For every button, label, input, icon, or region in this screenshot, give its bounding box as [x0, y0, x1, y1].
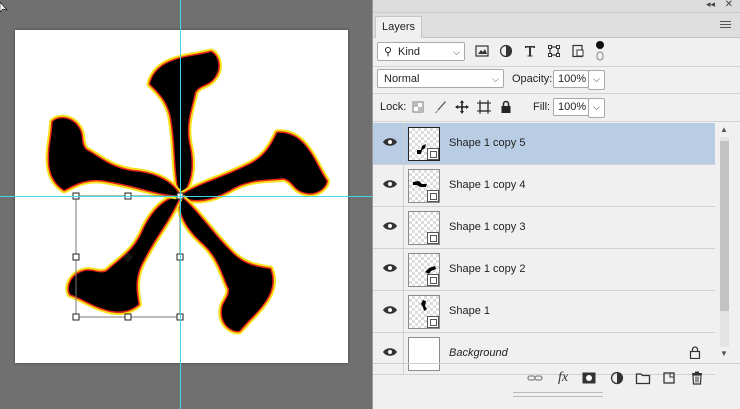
panel-menu-icon[interactable] — [720, 19, 731, 30]
eye-icon[interactable] — [383, 179, 397, 189]
filter-toggle-icon[interactable] — [595, 40, 605, 62]
lock-icon — [689, 346, 701, 359]
tab-layers[interactable]: Layers — [375, 16, 423, 38]
smart-object-badge-icon — [427, 232, 439, 244]
layer-row-shape-1-copy-2[interactable]: Shape 1 copy 2 — [373, 249, 715, 291]
layer-thumbnail — [408, 169, 440, 203]
lock-position-icon[interactable] — [455, 100, 469, 114]
panel-header-bar: ◂◂ ✕ — [373, 0, 740, 13]
delete-layer-trash-icon[interactable] — [689, 371, 705, 385]
opacity-field[interactable]: 100% ⌵ — [553, 70, 605, 90]
chevron-down-icon: ⌵ — [453, 47, 460, 57]
layer-thumbnail — [408, 211, 440, 245]
layer-row-shape-1-copy-4[interactable]: Shape 1 copy 4 — [373, 165, 715, 207]
lock-label: Lock: — [380, 101, 407, 113]
layer-thumbnail — [408, 253, 440, 287]
eye-icon[interactable] — [383, 137, 397, 147]
canvas-area[interactable] — [0, 0, 372, 409]
layer-thumbnail — [408, 127, 440, 161]
blend-mode-select[interactable]: Normal ⌵ — [377, 69, 504, 88]
layer-thumbnail — [408, 295, 440, 329]
scrollbar-thumb[interactable] — [720, 141, 729, 311]
layers-scrollbar[interactable]: ▲ ▼ — [715, 123, 740, 363]
lock-transparent-pixels-icon[interactable] — [411, 100, 425, 114]
filter-kind-select[interactable]: ⚲ Kind ⌵ — [377, 42, 465, 61]
layer-row-shape-1[interactable]: Shape 1 — [373, 291, 715, 333]
panel-tab-bar: Layers — [373, 13, 740, 38]
smart-object-badge-icon — [427, 190, 439, 202]
opacity-dropdown-icon[interactable]: ⌵ — [588, 70, 605, 90]
smart-object-badge-icon — [427, 316, 439, 328]
lock-image-pixels-icon[interactable] — [433, 100, 447, 114]
layer-style-fx-icon[interactable]: fx — [555, 371, 571, 385]
layer-name[interactable]: Shape 1 copy 2 — [449, 263, 525, 275]
scroll-down-icon[interactable]: ▼ — [720, 349, 728, 358]
guide-vertical — [180, 0, 181, 409]
filter-pixel-layers-icon[interactable] — [475, 44, 489, 58]
collapse-panel-icon[interactable]: ◂◂ — [706, 0, 715, 10]
search-icon: ⚲ — [384, 46, 393, 58]
new-layer-icon[interactable] — [661, 371, 677, 385]
layer-row-shape-1-copy-5[interactable]: Shape 1 copy 5 — [373, 123, 715, 165]
new-group-folder-icon[interactable] — [635, 371, 651, 385]
fill-label: Fill: — [533, 101, 551, 113]
layers-list: Shape 1 copy 5 Shape 1 copy 4 Shape 1 co… — [373, 123, 715, 375]
filter-shape-layers-icon[interactable] — [547, 44, 561, 58]
guide-horizontal — [0, 196, 372, 197]
panel-resize-grip[interactable] — [513, 392, 603, 397]
chevron-down-icon: ⌵ — [492, 74, 499, 84]
opacity-label: Opacity: — [512, 73, 553, 85]
fill-field[interactable]: 100% ⌵ — [553, 98, 605, 118]
opacity-value: 100% — [558, 73, 587, 85]
cursor-arrow-icon — [0, 2, 8, 13]
layer-name[interactable]: Background — [449, 347, 508, 359]
fill-value: 100% — [558, 101, 587, 113]
lock-all-icon[interactable] — [499, 100, 513, 114]
add-mask-icon[interactable] — [581, 371, 597, 385]
eye-icon[interactable] — [383, 221, 397, 231]
lock-artboard-icon[interactable] — [477, 100, 491, 114]
filter-adjustment-layers-icon[interactable] — [499, 44, 513, 58]
smart-object-badge-icon — [427, 148, 439, 160]
scroll-up-icon[interactable]: ▲ — [720, 125, 728, 134]
smart-object-badge-icon — [427, 274, 439, 286]
layer-row-shape-1-copy-3[interactable]: Shape 1 copy 3 — [373, 207, 715, 249]
eye-icon[interactable] — [383, 347, 397, 357]
layer-name[interactable]: Shape 1 — [449, 305, 490, 317]
filter-type-layers-icon[interactable] — [523, 44, 537, 58]
link-layers-icon[interactable] — [527, 371, 543, 385]
layers-panel: ◂◂ ✕ Layers ⚲ Kind ⌵ Normal ⌵ Opacity: 1… — [372, 0, 740, 409]
new-adjustment-layer-icon[interactable] — [609, 371, 625, 385]
layer-name[interactable]: Shape 1 copy 5 — [449, 137, 525, 149]
pinwheel-artwork[interactable] — [0, 0, 372, 409]
filter-smart-objects-icon[interactable] — [571, 44, 585, 58]
blend-mode-value: Normal — [384, 73, 420, 85]
layers-footer-toolbar: fx — [373, 363, 740, 392]
fill-dropdown-icon[interactable]: ⌵ — [588, 98, 605, 118]
eye-icon[interactable] — [383, 263, 397, 273]
close-panel-icon[interactable]: ✕ — [725, 0, 733, 10]
filter-kind-label: Kind — [398, 46, 421, 58]
layer-name[interactable]: Shape 1 copy 4 — [449, 179, 525, 191]
eye-icon[interactable] — [383, 305, 397, 315]
layer-name[interactable]: Shape 1 copy 3 — [449, 221, 525, 233]
